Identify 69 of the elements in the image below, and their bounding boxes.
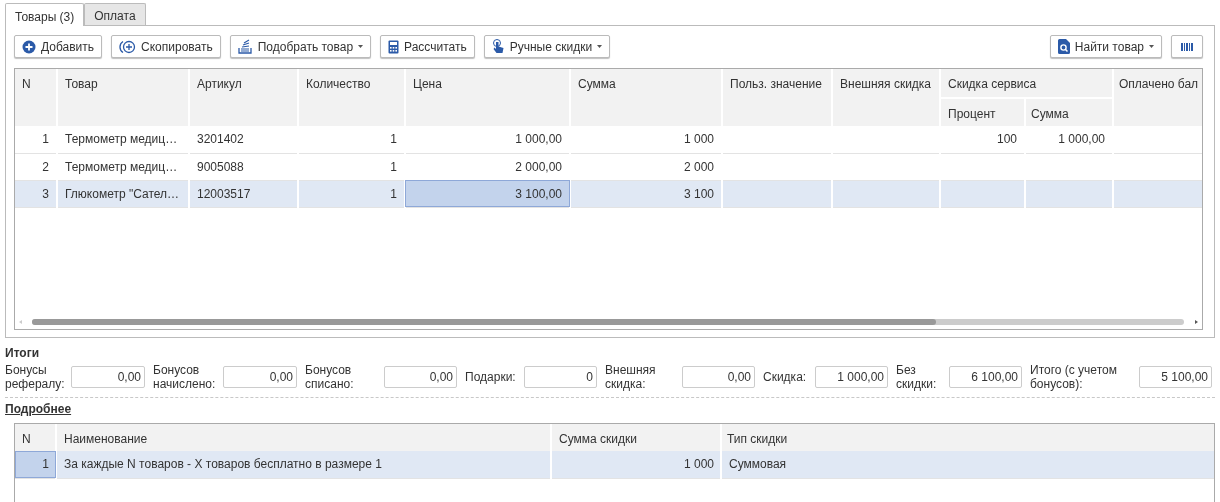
- table-cell: 3201402: [189, 126, 298, 153]
- table-cell: 1 000,00: [405, 126, 570, 153]
- table-cell: 1 000: [551, 451, 721, 478]
- table-cell: 3 100,00: [405, 180, 570, 207]
- table-cell: 3: [15, 180, 57, 207]
- column-header: Товар: [57, 69, 189, 126]
- column-header: Сумма: [570, 69, 722, 126]
- table-cell: 1: [15, 126, 57, 153]
- calculator-icon: [388, 39, 400, 54]
- input-field[interactable]: 0: [524, 366, 597, 388]
- table-cell: Глюкометр "Сател…: [57, 180, 189, 207]
- toolbar-button[interactable]: Добавить: [14, 35, 103, 58]
- column-header: Процент: [940, 98, 1025, 126]
- input-field[interactable]: 5 100,00: [1139, 366, 1212, 388]
- tab[interactable]: Оплата: [84, 3, 146, 25]
- column-header: Тип скидки: [721, 424, 1214, 451]
- column-header: Сумма скидки: [551, 424, 721, 451]
- toolbar-button[interactable]: Ручные скидки: [483, 35, 611, 58]
- table-cell: 1: [15, 451, 56, 478]
- toolbar-button[interactable]: Найти товар: [1049, 35, 1162, 58]
- input-field[interactable]: 6 100,00: [949, 366, 1022, 388]
- table-cell: Термометр медиц…: [57, 126, 189, 153]
- barcode-icon: [1181, 42, 1193, 51]
- input-field[interactable]: 1 000,00: [815, 366, 888, 388]
- field-label: Бонусы рефералу:: [5, 363, 66, 391]
- column-header: Внешняя скидка: [832, 69, 940, 126]
- table-cell: Суммовая: [721, 451, 1214, 478]
- table-cell: 1: [298, 180, 405, 207]
- field-label: Внешняя скидка:: [604, 363, 657, 391]
- field-label: Подарки:: [464, 370, 517, 384]
- copy-add-icon: [119, 39, 137, 54]
- table-cell: 100: [940, 126, 1025, 153]
- column-header: Скидка сервиса: [940, 69, 1113, 98]
- table-cell: 1: [298, 126, 405, 153]
- input-field[interactable]: 0,00: [223, 366, 297, 388]
- column-header: Артикул: [189, 69, 298, 126]
- table-cell: 12003517: [189, 180, 298, 207]
- toolbar-button[interactable]: Подобрать товар: [229, 35, 372, 58]
- toolbar-button[interactable]: Рассчитать: [380, 35, 475, 58]
- column-header: Количество: [298, 69, 405, 126]
- field-label: Бонусов списано:: [304, 363, 355, 391]
- barcode-button[interactable]: [1171, 35, 1203, 58]
- hand-pointer-icon: [491, 39, 505, 54]
- tab[interactable]: Товары (3): [5, 3, 85, 26]
- field-label: Скидка:: [762, 370, 808, 384]
- table-cell: 1 000,00: [1025, 126, 1113, 153]
- section-title: Итоги: [5, 347, 41, 360]
- table-cell: 3 100: [570, 180, 722, 207]
- search-icon: [1057, 39, 1070, 54]
- table-cell: 1 000: [570, 126, 722, 153]
- column-header: Цена: [405, 69, 570, 126]
- details-link[interactable]: Подробнее: [5, 403, 72, 416]
- table-cell: 2: [15, 153, 57, 180]
- field-label: Без скидки:: [895, 363, 938, 391]
- column-header: Наименование: [56, 424, 551, 451]
- column-header: Оплачено бал: [1113, 69, 1202, 126]
- column-header: N: [15, 69, 57, 126]
- field-label: Итого (с учетом бонусов):: [1029, 363, 1118, 391]
- input-field[interactable]: 0,00: [384, 366, 457, 388]
- table-cell: За каждые N товаров - X товаров бесплатно в размере 1: [56, 451, 551, 478]
- column-header: N: [15, 424, 56, 451]
- field-label: Бонусов начислено:: [152, 363, 217, 391]
- column-header: Сумма: [1025, 98, 1113, 126]
- stack-icon: [237, 39, 253, 54]
- input-field[interactable]: 0,00: [71, 366, 145, 388]
- add-icon: [22, 39, 36, 54]
- column-header: Польз. значение: [722, 69, 832, 126]
- input-field[interactable]: 0,00: [682, 366, 755, 388]
- toolbar-button[interactable]: Скопировать: [111, 35, 221, 58]
